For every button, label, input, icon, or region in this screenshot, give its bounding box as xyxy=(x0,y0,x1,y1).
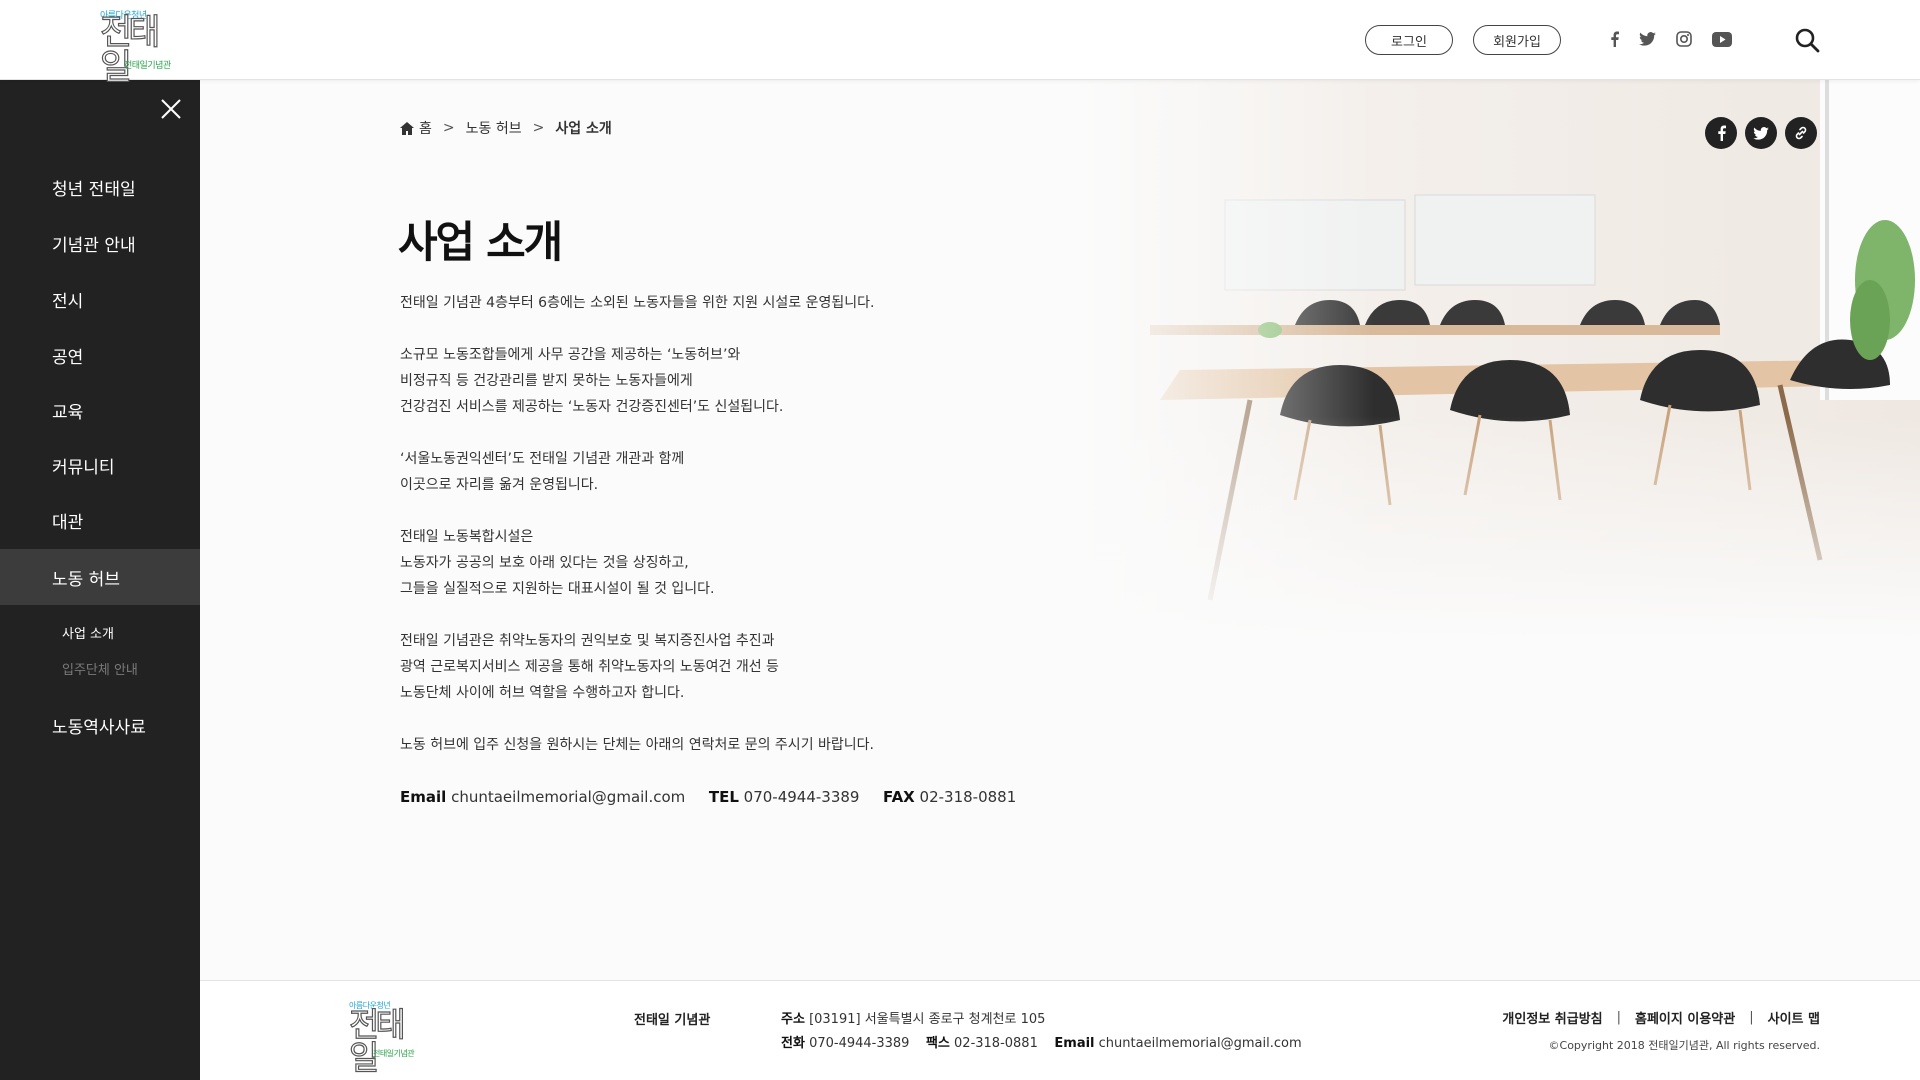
share-twitter-icon[interactable] xyxy=(1745,117,1777,149)
sidebar-item-exhibition[interactable]: 전시 xyxy=(0,271,200,327)
copyright: ©Copyright 2018 전태일기념관, All rights reser… xyxy=(1548,1039,1820,1052)
sidebar-item-community[interactable]: 커뮤니티 xyxy=(0,437,200,493)
body-line: 소규모 노동조합들에게 사무 공간을 제공하는 ‘노동허브’와 xyxy=(400,347,741,363)
sidebar-item-youth-jeontaeil[interactable]: 청년 전태일 xyxy=(0,159,200,215)
footer-fax: 02-318-0881 xyxy=(954,1036,1038,1051)
contact-fax: 02-318-0881 xyxy=(919,788,1017,806)
footer-phone-line: 전화 070-4944-3389 팩스 02-318-0881 Email ch… xyxy=(781,1032,1302,1056)
sidebar-item-performance[interactable]: 공연 xyxy=(0,327,200,383)
breadcrumb: 홈 > 노동 허브 > 사업 소개 xyxy=(400,118,612,138)
breadcrumb-separator: > xyxy=(442,120,455,136)
sidebar-item-rental[interactable]: 대관 xyxy=(0,492,200,548)
close-icon[interactable] xyxy=(158,96,184,122)
twitter-icon[interactable] xyxy=(1639,28,1656,50)
logo-mark: 전태일 xyxy=(99,13,161,88)
main-content: 홈 > 노동 허브 > 사업 소개 사업 소개 전태일 기념관 4층부터 6층에… xyxy=(200,80,1920,980)
fax-label: 팩스 xyxy=(925,1036,950,1051)
facebook-icon[interactable] xyxy=(1610,28,1619,50)
footer-org-name: 전태일 기념관 xyxy=(634,1013,711,1028)
contact-tel: 070-4944-3389 xyxy=(743,788,860,806)
sidebar-nav: 청년 전태일 기념관 안내 전시 공연 교육 커뮤니티 대관 노동 허브 사업 … xyxy=(0,80,200,1080)
breadcrumb-labor-hub[interactable]: 노동 허브 xyxy=(466,118,522,138)
fax-label: FAX xyxy=(883,788,915,806)
link-separator: | xyxy=(1749,1010,1754,1025)
youtube-icon[interactable] xyxy=(1712,28,1732,50)
footer-phone: 070-4944-3389 xyxy=(809,1036,910,1051)
sidebar-item-memorial-guide[interactable]: 기념관 안내 xyxy=(0,215,200,271)
logo-mark: 전태일 xyxy=(348,1005,406,1077)
share-buttons xyxy=(1705,117,1817,149)
footer-address-line: 주소 [03191] 서울특별시 종로구 청계천로 105 xyxy=(781,1008,1302,1032)
logo-subtitle: 전태일기념관 xyxy=(373,1049,415,1058)
paragraph: 전태일 기념관 4층부터 6층에는 소외된 노동자들을 위한 지원 시설로 운영… xyxy=(400,290,1100,316)
body-line: 그들을 실질적으로 지원하는 대표시설이 될 것 입니다. xyxy=(400,581,715,597)
breadcrumb-home[interactable]: 홈 xyxy=(419,118,432,138)
privacy-policy-link[interactable]: 개인정보 취급방침 xyxy=(1502,1008,1602,1027)
paragraph: 전태일 노동복합시설은 노동자가 공공의 보호 아래 있다는 것을 상징하고, … xyxy=(400,524,1100,602)
body-line: 전태일 기념관은 취약노동자의 권익보호 및 복지증진사업 추진과 xyxy=(400,633,775,649)
login-button[interactable]: 로그인 xyxy=(1365,25,1453,55)
instagram-icon[interactable] xyxy=(1676,28,1692,50)
sidebar-item-education[interactable]: 교육 xyxy=(0,382,200,438)
paragraph: 소규모 노동조합들에게 사무 공간을 제공하는 ‘노동허브’와 비정규직 등 건… xyxy=(400,342,1100,420)
sidebar-subitem-business-intro[interactable]: 사업 소개 xyxy=(62,623,114,642)
footer-logo: 아름다운청년 전태일 전태일기념관 xyxy=(348,1000,425,1075)
phone-label: 전화 xyxy=(781,1036,805,1051)
email-label: Email xyxy=(400,788,447,806)
signup-button[interactable]: 회원가입 xyxy=(1473,25,1561,55)
body-line: 노동 허브에 입주 신청을 원하시는 단체는 아래의 연락처로 문의 주시기 바… xyxy=(400,737,874,753)
contact-email[interactable]: chuntaeilmemorial@gmail.com xyxy=(451,788,685,806)
site-footer: 아름다운청년 전태일 전태일기념관 전태일 기념관 주소 [03191] 서울특… xyxy=(200,980,1920,1080)
paragraph: 노동 허브에 입주 신청을 원하시는 단체는 아래의 연락처로 문의 주시기 바… xyxy=(400,732,1100,758)
paragraph: 전태일 기념관은 취약노동자의 권익보호 및 복지증진사업 추진과 광역 근로복… xyxy=(400,628,1100,706)
terms-link[interactable]: 홈페이지 이용약관 xyxy=(1635,1008,1735,1027)
email-label: Email xyxy=(1054,1036,1095,1051)
breadcrumb-separator: > xyxy=(532,120,545,136)
body-line: 노동자가 공공의 보호 아래 있다는 것을 상징하고, xyxy=(400,555,689,571)
paragraph: ‘서울노동권익센터’도 전태일 기념관 개관과 함께 이곳으로 자리를 옮겨 운… xyxy=(400,446,1100,498)
footer-contact-info: 주소 [03191] 서울특별시 종로구 청계천로 105 전화 070-494… xyxy=(781,1008,1302,1056)
site-logo[interactable]: 아름다운청년 전태일 전태일기념관 xyxy=(99,8,176,86)
body-line: ‘서울노동권익센터’도 전태일 기념관 개관과 함께 xyxy=(400,451,685,467)
search-icon[interactable] xyxy=(1794,27,1820,53)
logo-subtitle: 전태일기념관 xyxy=(124,61,171,71)
contact-info: Email chuntaeilmemorial@gmail.com TEL 07… xyxy=(400,784,1100,810)
body-line: 전태일 노동복합시설은 xyxy=(400,529,534,545)
sidebar-item-labor-history[interactable]: 노동역사사료 xyxy=(0,697,200,753)
office-background-image xyxy=(1080,80,1920,640)
site-header: 아름다운청년 전태일 전태일기념관 로그인 회원가입 xyxy=(0,0,1920,86)
sitemap-link[interactable]: 사이트 맵 xyxy=(1768,1008,1820,1027)
footer-email[interactable]: chuntaeilmemorial@gmail.com xyxy=(1099,1036,1302,1051)
body-line: 노동단체 사이에 허브 역할을 수행하고자 합니다. xyxy=(400,685,685,701)
social-links xyxy=(1610,28,1732,50)
footer-address: [03191] 서울특별시 종로구 청계천로 105 xyxy=(809,1012,1046,1027)
body-line: 광역 근로복지서비스 제공을 통해 취약노동자의 노동여건 개선 등 xyxy=(400,659,779,675)
body-line: 건강검진 서비스를 제공하는 ‘노동자 건강증진센터’도 신설됩니다. xyxy=(400,399,784,415)
body-line: 이곳으로 자리를 옮겨 운영됩니다. xyxy=(400,477,599,493)
home-icon[interactable] xyxy=(400,121,414,135)
share-facebook-icon[interactable] xyxy=(1705,117,1737,149)
link-separator: | xyxy=(1616,1010,1622,1025)
breadcrumb-current: 사업 소개 xyxy=(555,121,612,137)
page-title: 사업 소개 xyxy=(398,218,563,268)
share-link-icon[interactable] xyxy=(1785,117,1817,149)
page-body: 전태일 기념관 4층부터 6층에는 소외된 노동자들을 위한 지원 시설로 운영… xyxy=(400,290,1100,810)
sidebar-item-labor-hub[interactable]: 노동 허브 xyxy=(0,549,200,605)
sidebar-subitem-tenant-guide[interactable]: 입주단체 안내 xyxy=(62,659,138,678)
body-line: 비정규직 등 건강관리를 받지 못하는 노동자들에게 xyxy=(400,373,693,389)
footer-links: 개인정보 취급방침 | 홈페이지 이용약관 | 사이트 맵 xyxy=(1502,1008,1820,1027)
body-line: 전태일 기념관 4층부터 6층에는 소외된 노동자들을 위한 지원 시설로 운영… xyxy=(400,295,875,311)
tel-label: TEL xyxy=(708,788,739,806)
address-label: 주소 xyxy=(781,1012,805,1027)
